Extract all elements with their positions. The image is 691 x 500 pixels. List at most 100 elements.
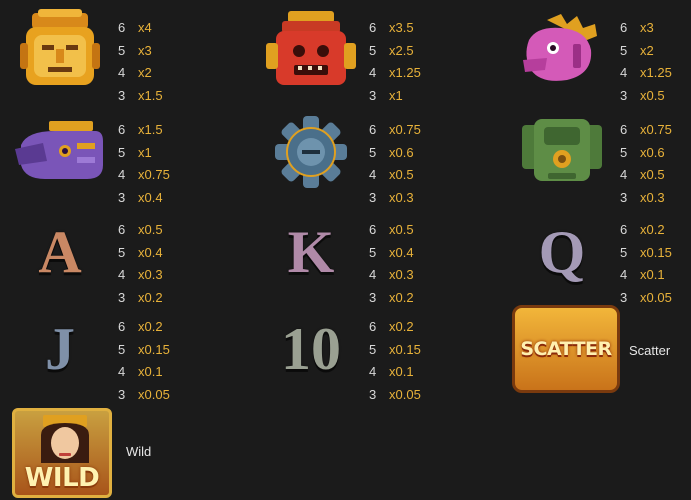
match-count: 4 <box>369 364 377 379</box>
pay-row: 5 x1 <box>118 142 170 165</box>
match-count: 6 <box>118 222 126 237</box>
match-count: 3 <box>118 189 126 205</box>
pay-row: 5 x0.4 <box>369 242 414 265</box>
payout-multiplier: x0.15 <box>640 244 672 260</box>
match-count: 4 <box>369 65 377 80</box>
letter-j-icon: J <box>45 315 75 382</box>
payout-multiplier: x2 <box>138 65 152 80</box>
wild-caption: Wild <box>126 444 152 459</box>
match-count: 5 <box>369 144 377 160</box>
payout-multiplier: x0.3 <box>138 267 163 282</box>
pay-row: 5 x0.4 <box>118 242 163 265</box>
paytable-values: 6 x0.2 5 x0.15 4 x0.1 3 x0.05 <box>620 219 672 309</box>
symbol-cell-blue-wheel: 6 x0.75 5 x0.6 4 x0.5 3 x0.3 <box>251 107 481 207</box>
match-count: 5 <box>369 341 377 357</box>
payout-multiplier: x0.5 <box>389 222 414 237</box>
yellow-mask-icon <box>10 5 110 95</box>
pay-row: 6 x0.5 <box>118 219 163 242</box>
match-count: 4 <box>369 167 377 182</box>
payout-multiplier: x0.05 <box>389 386 421 402</box>
match-count: 5 <box>118 244 126 260</box>
symbol-cell-pink-serpent: 6 x3 5 x2 4 x1.25 3 x0.5 <box>502 5 691 105</box>
payout-multiplier: x0.4 <box>138 244 163 260</box>
pay-row: 3 x1 <box>369 85 421 108</box>
pay-row: 4 x0.1 <box>620 264 672 287</box>
match-count: 6 <box>369 222 377 237</box>
paytable-values: 6 x0.5 5 x0.4 4 x0.3 3 x0.2 <box>118 219 163 309</box>
match-count: 3 <box>118 87 126 103</box>
match-count: 6 <box>369 319 377 334</box>
pay-row: 4 x0.1 <box>118 361 170 384</box>
pay-row: 3 x1.5 <box>118 85 163 108</box>
scatter-caption: Scatter <box>629 343 671 358</box>
payout-multiplier: x3.5 <box>389 20 414 35</box>
symbol-cell-yellow-mask: 6 x4 5 x3 4 x2 3 x1.5 <box>0 5 230 105</box>
match-count: 4 <box>369 267 377 282</box>
payout-multiplier: x0.5 <box>640 87 665 103</box>
pay-row: 4 x2 <box>118 62 163 85</box>
pay-row: 5 x3 <box>118 40 163 63</box>
match-count: 5 <box>118 341 126 357</box>
match-count: 6 <box>620 222 628 237</box>
pay-row: 3 x0.5 <box>620 85 672 108</box>
match-count: 3 <box>369 386 377 402</box>
paytable-values: 6 x0.5 5 x0.4 4 x0.3 3 x0.2 <box>369 219 414 309</box>
pay-row: 6 x3.5 <box>369 17 421 40</box>
payout-multiplier: x0.15 <box>138 341 170 357</box>
pay-row: 3 x0.05 <box>369 384 421 407</box>
match-count: 6 <box>620 122 628 137</box>
payout-multiplier: x0.05 <box>138 386 170 402</box>
payout-multiplier: x0.15 <box>389 341 421 357</box>
match-count: 3 <box>369 87 377 103</box>
pink-serpent-icon <box>512 5 612 95</box>
symbol-cell-purple-serpent: 6 x1.5 5 x1 4 x0.75 3 x0.4 <box>0 107 230 207</box>
scatter-symbol-icon: SCATTER <box>512 305 620 393</box>
letter-k-icon: K <box>287 218 335 285</box>
pay-row: 6 x0.2 <box>620 219 672 242</box>
payout-multiplier: x0.6 <box>640 144 665 160</box>
pay-row: 4 x0.3 <box>118 264 163 287</box>
pay-row: 6 x4 <box>118 17 163 40</box>
paytable-values: 6 x0.2 5 x0.15 4 x0.1 3 x0.05 <box>118 316 170 406</box>
payout-multiplier: x0.05 <box>640 289 672 305</box>
payout-multiplier: x1 <box>138 144 152 160</box>
letter-q-icon: Q <box>538 218 586 285</box>
scatter-badge-text: SCATTER <box>520 338 612 360</box>
paytable-values: 6 x0.75 5 x0.6 4 x0.5 3 x0.3 <box>369 119 421 209</box>
match-count: 3 <box>620 289 628 305</box>
green-idol-icon <box>512 107 612 197</box>
paytable-values: 6 x0.75 5 x0.6 4 x0.5 3 x0.3 <box>620 119 672 209</box>
payout-multiplier: x0.2 <box>640 222 665 237</box>
pay-row: 5 x0.15 <box>369 339 421 362</box>
payout-multiplier: x0.3 <box>640 189 665 205</box>
match-count: 6 <box>118 20 126 35</box>
payout-multiplier: x0.1 <box>640 267 665 282</box>
pay-row: 3 x0.05 <box>118 384 170 407</box>
payout-multiplier: x3 <box>640 20 654 35</box>
red-mask-icon <box>261 5 361 95</box>
blue-wheel-icon <box>261 107 361 197</box>
payout-multiplier: x2.5 <box>389 42 414 58</box>
letter-a-icon: A <box>38 218 82 285</box>
match-count: 6 <box>369 122 377 137</box>
match-count: 4 <box>118 167 126 182</box>
match-count: 3 <box>118 386 126 402</box>
paytable-values: 6 x4 5 x3 4 x2 3 x1.5 <box>118 17 163 107</box>
payout-multiplier: x2 <box>640 42 654 58</box>
pay-row: 5 x2 <box>620 40 672 63</box>
symbol-cell-q: Q 6 x0.2 5 x0.15 4 x0.1 3 x0.05 <box>502 207 691 307</box>
payout-multiplier: x0.1 <box>389 364 414 379</box>
paytable-values: 6 x0.2 5 x0.15 4 x0.1 3 x0.05 <box>369 316 421 406</box>
symbol-cell-green-idol: 6 x0.75 5 x0.6 4 x0.5 3 x0.3 <box>502 107 691 207</box>
match-count: 4 <box>620 267 628 282</box>
pay-row: 3 x0.05 <box>620 287 672 310</box>
pay-row: 4 x0.3 <box>369 264 414 287</box>
pay-row: 6 x1.5 <box>118 119 170 142</box>
match-count: 5 <box>118 144 126 160</box>
payout-multiplier: x1.5 <box>138 87 163 103</box>
match-count: 6 <box>118 319 126 334</box>
payout-multiplier: x0.75 <box>138 167 170 182</box>
payout-multiplier: x4 <box>138 20 152 35</box>
match-count: 5 <box>620 144 628 160</box>
pay-row: 5 x0.15 <box>118 339 170 362</box>
